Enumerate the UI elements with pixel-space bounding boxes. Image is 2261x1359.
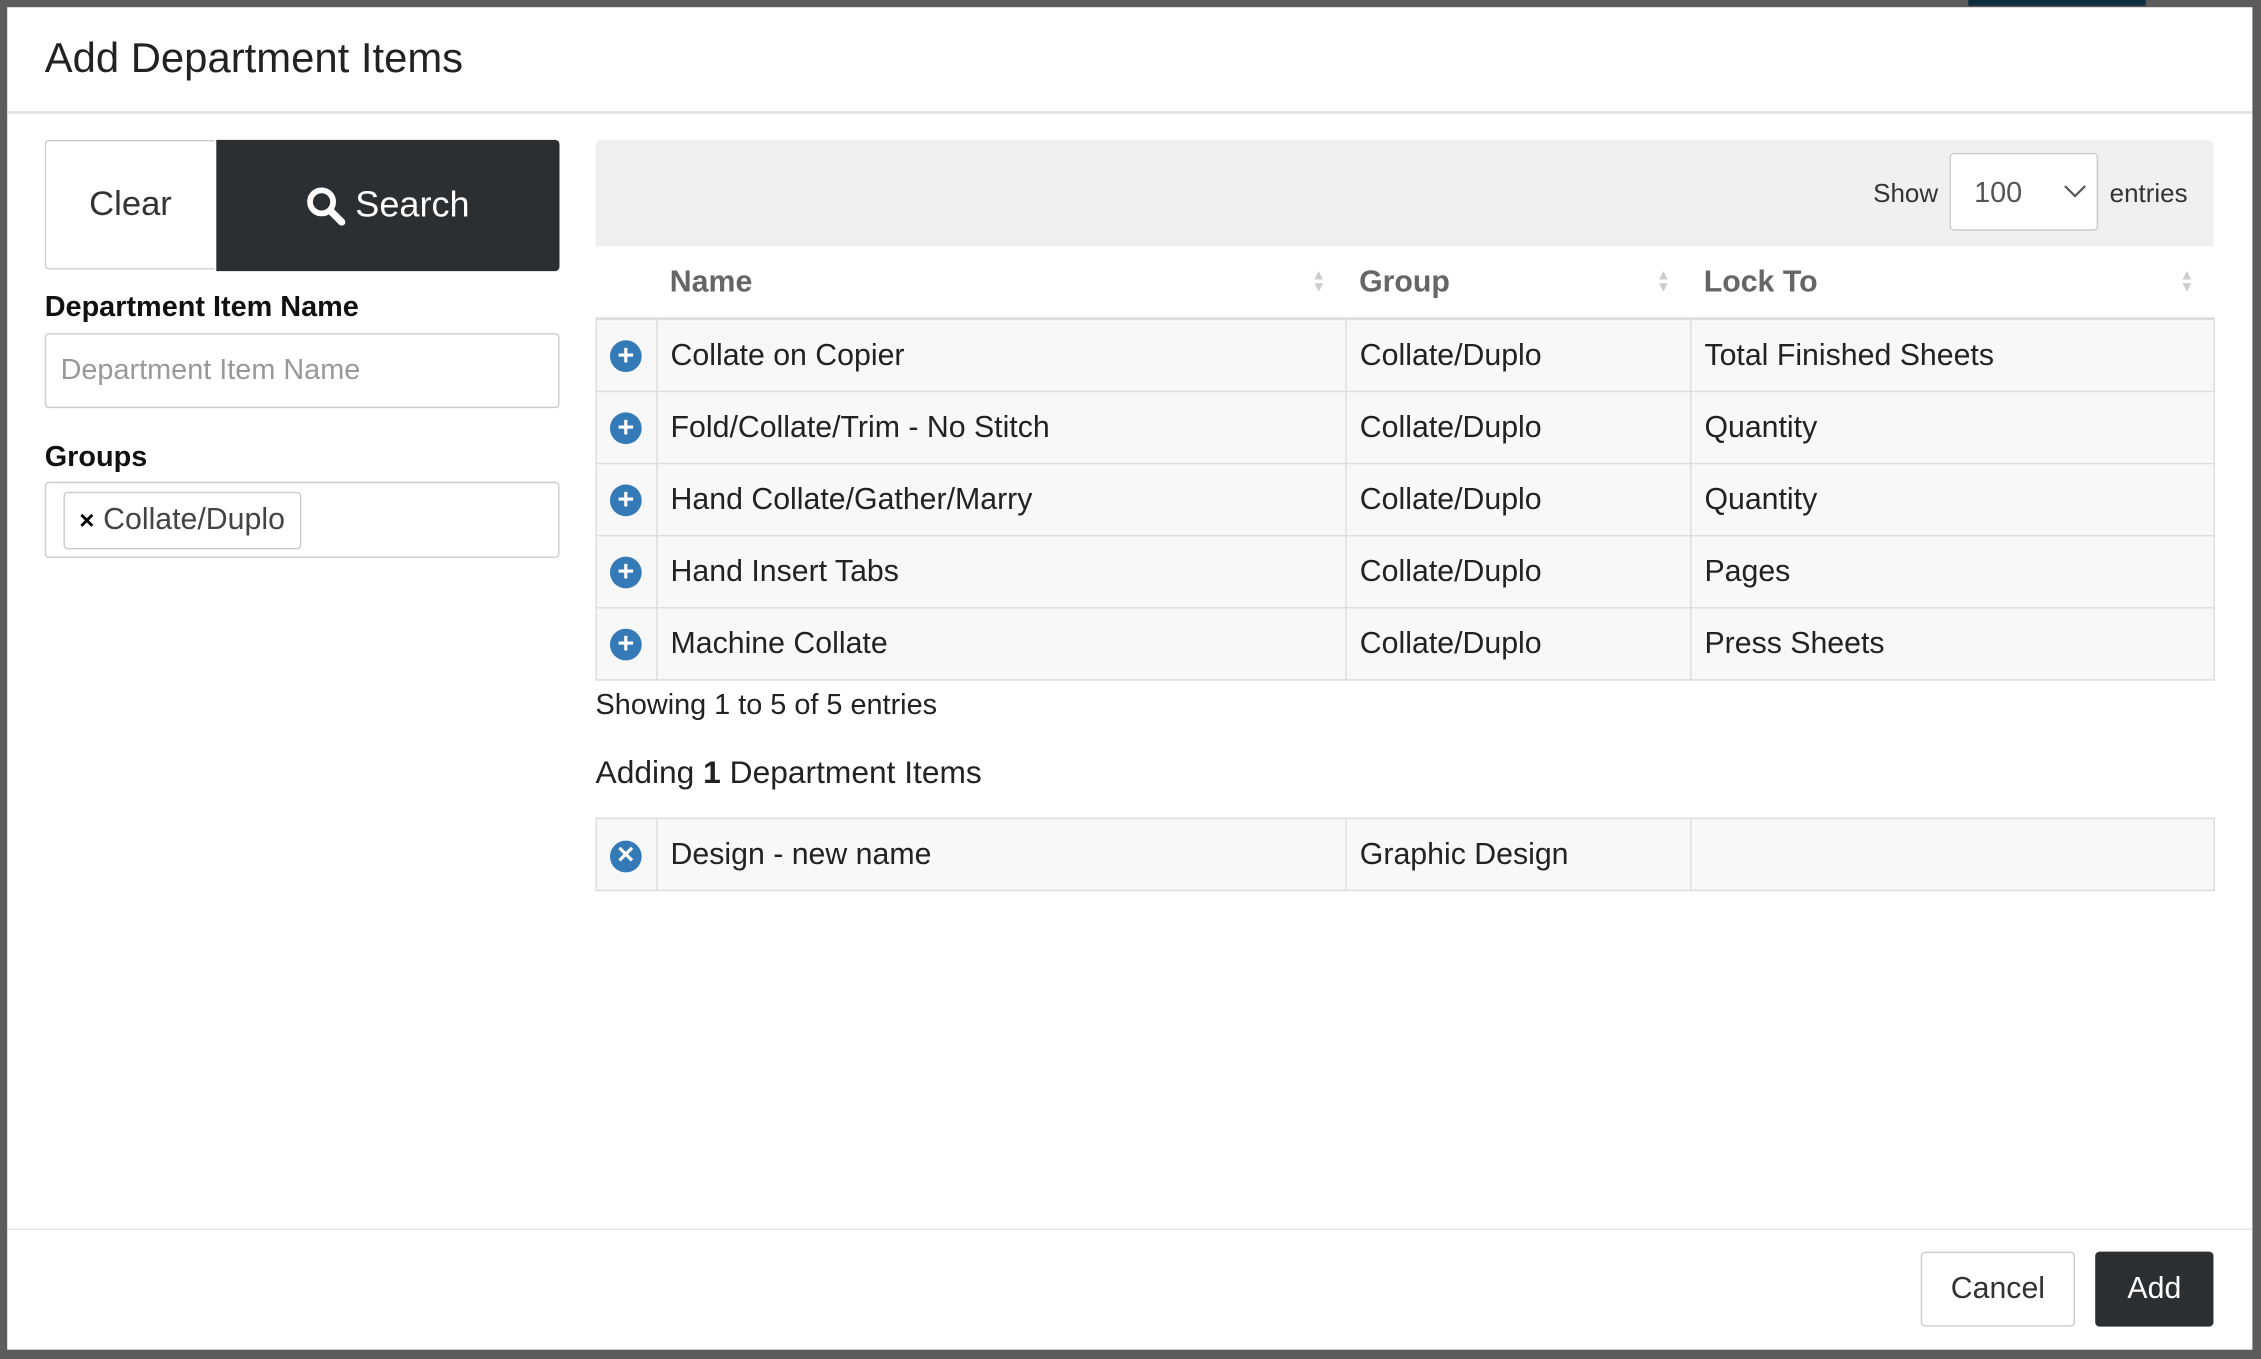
cell-name: Collate on Copier [656, 317, 1347, 393]
add-circle-icon[interactable]: + [609, 627, 642, 660]
search-label: Search [355, 184, 470, 225]
search-button[interactable]: Search [216, 139, 560, 272]
table-header-row: Name ▲ ▼ Group ▲ ▼ Lock To ▲ ▼ [596, 246, 2215, 321]
page-size-value: 100 [1974, 177, 2023, 210]
footer-divider [7, 1228, 2253, 1231]
table-row: + Hand Collate/Gather/Marry Collate/Duplo Q… [595, 462, 2215, 537]
cell-lock-to: Press Sheets [1690, 607, 2215, 681]
page-size-select[interactable]: 100 [1949, 152, 2099, 231]
modal-title: Add Department Items [44, 36, 464, 83]
table-controls: Show 100 entries [595, 139, 2214, 247]
add-department-items-modal: Add Department Items Clear Search Depart… [7, 7, 2253, 1350]
department-item-name-input[interactable]: Department Item Name [44, 333, 560, 409]
search-icon [307, 186, 346, 225]
cell-name: Hand Collate/Gather/Marry [656, 462, 1347, 537]
add-circle-icon[interactable]: + [609, 339, 642, 372]
table-row: + Machine Collate Collate/Duplo Press Sheet… [595, 607, 2215, 681]
items-table: Name ▲ ▼ Group ▲ ▼ Lock To ▲ ▼ + Collate on Cop… [595, 246, 2215, 681]
remove-circle-icon[interactable]: ✕ [609, 840, 642, 873]
table-row: + Collate on Copier Collate/Duplo Total Fin… [595, 317, 2215, 393]
groups-select[interactable]: × Collate/Duplo [44, 481, 560, 559]
clear-button[interactable]: Clear [44, 139, 215, 270]
cancel-button[interactable]: Cancel [1920, 1251, 2076, 1327]
chevron-down-icon [2064, 185, 2086, 198]
cell-lock-to: Quantity [1690, 390, 2215, 465]
name-label: Department Item Name [44, 291, 359, 324]
group-tag-label: Collate/Duplo [103, 503, 285, 537]
background-nav-bar [1968, 0, 2146, 6]
selected-items-table: ✕ Design - new name Graphic Design [595, 817, 2215, 892]
cell-group: Collate/Duplo [1345, 462, 1692, 537]
cell-group: Collate/Duplo [1345, 607, 1692, 681]
cell-group: Collate/Duplo [1345, 534, 1692, 609]
header-group[interactable]: Group ▲ ▼ [1346, 246, 1691, 321]
cell-group: Collate/Duplo [1345, 317, 1692, 393]
header-action [596, 246, 657, 321]
cell-lock-to: Quantity [1690, 462, 2215, 537]
cell-name: Machine Collate [656, 607, 1347, 681]
cell-group: Graphic Design [1345, 817, 1692, 892]
header-divider [7, 111, 2253, 114]
cell-name: Fold/Collate/Trim - No Stitch [656, 390, 1347, 465]
cell-group: Collate/Duplo [1345, 390, 1692, 465]
name-placeholder: Department Item Name [60, 354, 361, 387]
sort-icon: ▲ ▼ [1656, 268, 1671, 296]
header-name[interactable]: Name ▲ ▼ [656, 246, 1347, 321]
group-tag: × Collate/Duplo [63, 491, 301, 550]
cell-lock-to: Total Finished Sheets [1690, 317, 2215, 393]
table-row: + Hand Insert Tabs Collate/Duplo Pages [595, 534, 2215, 609]
remove-tag-icon[interactable]: × [79, 505, 94, 535]
add-circle-icon[interactable]: + [609, 411, 642, 444]
table-row: + Fold/Collate/Trim - No Stitch Collate/Du… [595, 390, 2215, 465]
header-lock-to[interactable]: Lock To ▲ ▼ [1690, 246, 2215, 321]
add-button[interactable]: Add [2095, 1251, 2214, 1327]
cell-lock-to: Pages [1690, 534, 2215, 609]
selected-row: ✕ Design - new name Graphic Design [595, 817, 2215, 892]
screen: Add Department Items Clear Search Depart… [0, 0, 2261, 1359]
adding-summary: Adding 1 Department Items [595, 754, 982, 791]
entries-label: entries [2109, 178, 2188, 208]
table-info: Showing 1 to 5 of 5 entries [595, 689, 938, 721]
sort-icon: ▲ ▼ [1311, 268, 1326, 296]
cell-name: Hand Insert Tabs [656, 534, 1347, 609]
groups-label: Groups [44, 441, 148, 473]
cell-name: Design - new name [656, 817, 1347, 892]
cell-lock-to [1690, 817, 2215, 892]
sort-icon: ▲ ▼ [2179, 268, 2195, 296]
show-label: Show [1873, 178, 1939, 208]
add-circle-icon[interactable]: + [609, 555, 642, 588]
add-circle-icon[interactable]: + [609, 483, 642, 516]
